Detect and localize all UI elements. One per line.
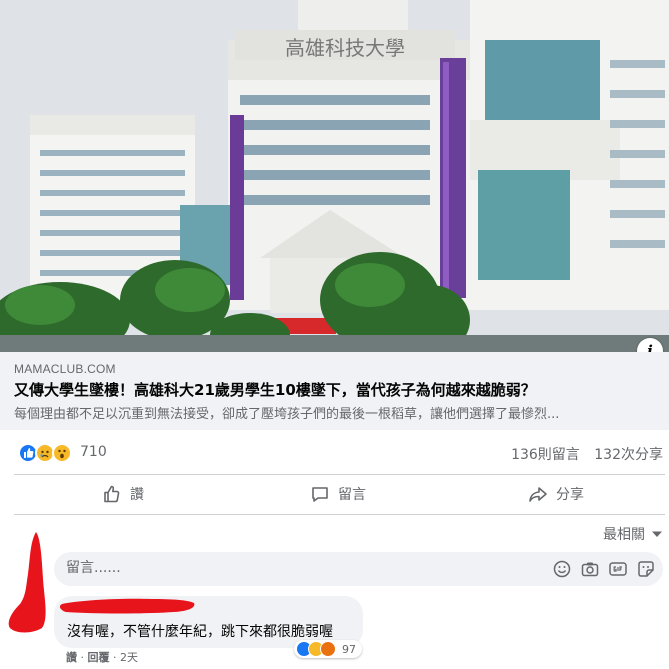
like-button-label: 讚 <box>130 487 144 503</box>
share-arrow-icon <box>529 487 547 502</box>
thumbs-up-icon <box>104 485 120 503</box>
caret-down-icon <box>652 531 662 537</box>
campus-building-photo: 高雄科技大學 <box>0 0 669 352</box>
comment-input[interactable] <box>66 560 486 576</box>
redacted-author-name <box>60 598 195 614</box>
comment-sort-label: 最相關 <box>603 527 645 543</box>
reaction-count[interactable]: 710 <box>80 444 107 460</box>
gif-icon[interactable] <box>609 560 627 578</box>
comment-count[interactable]: 136則留言 <box>511 447 580 463</box>
divider <box>14 514 665 515</box>
comment-like-link[interactable]: 讚 <box>66 651 77 664</box>
divider <box>14 474 665 475</box>
like-button[interactable]: 讚 <box>102 482 144 506</box>
link-description: 每個理由都不足以沉重到無法接受，卻成了壓垮孩子們的最後一根稻草，讓他們選擇了最慘… <box>14 407 560 422</box>
comment-button-label: 留言 <box>338 487 366 503</box>
building-sign: 高雄科技大學 <box>285 36 405 60</box>
engagement-counts: 136則留言 132次分享 <box>501 444 663 464</box>
comment-bubble-icon <box>312 487 328 502</box>
comment-button[interactable]: 留言 <box>310 482 366 506</box>
comment-composer[interactable] <box>54 552 663 586</box>
comment-reactions[interactable]: 97 <box>294 640 362 658</box>
redacted-avatar <box>8 532 46 633</box>
comment-text: 沒有喔，不管什麼年紀，跳下來都很脆弱喔 <box>67 624 333 640</box>
link-preview-image[interactable]: 高雄科技大學 <box>0 0 669 352</box>
post-stats: 710 136則留言 132次分享 <box>0 432 669 474</box>
comment-reaction-count: 97 <box>342 642 356 656</box>
comment-sort-dropdown[interactable]: 最相關 <box>603 524 663 544</box>
comment-time[interactable]: 2天 <box>120 651 138 664</box>
post-action-bar: 讚 留言 分享 <box>0 476 669 512</box>
link-domain: MAMACLUB.COM <box>14 362 116 376</box>
link-title[interactable]: 又傳大學生墜樓！高雄科大21歲男學生10樓墜下，當代孩子為何越來越脆弱？ <box>14 379 659 400</box>
wow-icon <box>52 443 72 463</box>
emoji-icon[interactable] <box>553 560 571 578</box>
comment-meta: 讚 · 回覆 · 2天 <box>66 651 138 664</box>
comment-reply-link[interactable]: 回覆 <box>88 651 110 664</box>
share-button[interactable]: 分享 <box>528 482 584 506</box>
share-count[interactable]: 132次分享 <box>594 447 663 463</box>
angry-icon <box>320 641 336 657</box>
share-button-label: 分享 <box>556 487 584 503</box>
link-preview-card[interactable]: MAMACLUB.COM 又傳大學生墜樓！高雄科大21歲男學生10樓墜下，當代孩… <box>0 352 669 430</box>
sticker-icon[interactable] <box>637 560 655 578</box>
camera-icon[interactable] <box>581 560 599 578</box>
